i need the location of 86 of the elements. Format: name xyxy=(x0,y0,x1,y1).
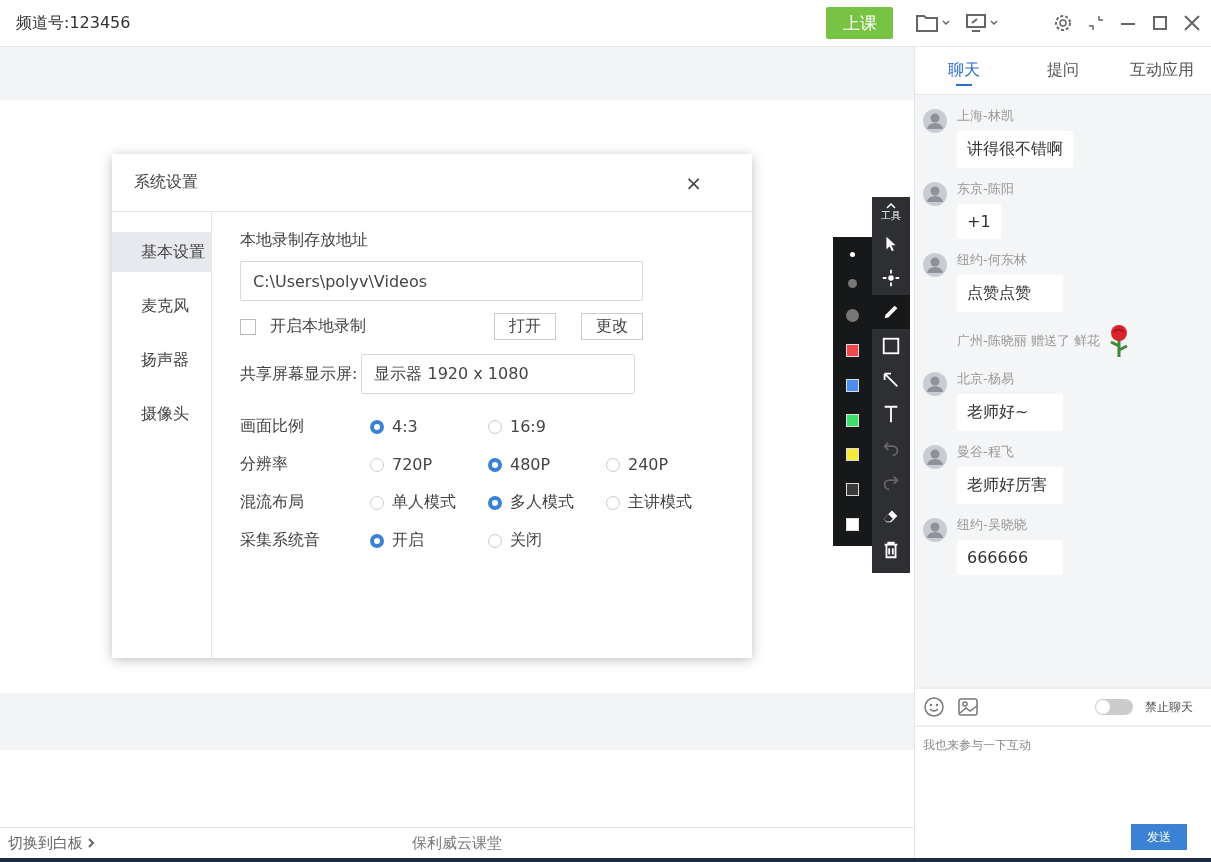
sender-name: 纽约-何东林 xyxy=(957,251,1028,269)
pen-size-dot[interactable] xyxy=(848,278,857,288)
avatar-icon xyxy=(923,182,947,206)
toggle-label: 禁止聊天 xyxy=(1145,698,1193,716)
radio-label: 16:9 xyxy=(510,417,546,436)
settings-nav-item[interactable]: 麦克风 xyxy=(112,286,211,326)
avatar-icon xyxy=(923,518,947,542)
caret-icon[interactable] xyxy=(989,19,999,27)
channel-title: 频道号:123456 xyxy=(16,12,132,34)
brand-name: 保利威云课堂 xyxy=(412,833,502,852)
tool-button[interactable] xyxy=(872,295,910,329)
option-label: 采集系统音 xyxy=(240,530,321,551)
sender-name: 东京-陈阳 xyxy=(957,180,1014,198)
dialog-title: 系统设置 xyxy=(134,172,198,193)
field-label: 共享屏幕显示屏: xyxy=(240,363,358,385)
color-swatch[interactable] xyxy=(846,518,859,531)
rectangle-icon xyxy=(881,336,901,356)
avatar-icon xyxy=(923,253,947,277)
folder-icon[interactable] xyxy=(915,13,939,33)
chat-tab[interactable]: 提问 xyxy=(1013,47,1113,94)
message-bubble: 点赞点赞 xyxy=(957,275,1063,312)
pen-size-dot[interactable] xyxy=(846,309,859,323)
dialog-button[interactable]: 打开 xyxy=(494,313,556,340)
avatar-icon xyxy=(923,445,947,469)
color-swatch[interactable] xyxy=(846,344,859,358)
settings-nav-item[interactable]: 摄像头 xyxy=(112,394,211,434)
chevron-icon xyxy=(87,837,95,849)
checkbox[interactable] xyxy=(240,318,256,335)
color-swatch[interactable] xyxy=(846,413,859,427)
pen-size-dot[interactable] xyxy=(850,251,855,257)
radio-button[interactable] xyxy=(370,419,384,434)
switch-whiteboard-link[interactable]: 切换到白板 xyxy=(8,833,95,853)
image-icon[interactable] xyxy=(957,696,979,718)
radio-label: 多人模式 xyxy=(510,492,574,513)
option-label: 画面比例 xyxy=(240,416,305,437)
send-button[interactable]: 发送 xyxy=(1131,824,1187,850)
radio-label: 240P xyxy=(628,455,669,474)
radio-button[interactable] xyxy=(488,495,502,510)
checkbox-label: 开启本地录制 xyxy=(270,316,367,337)
radio-label: 4:3 xyxy=(392,417,418,436)
sender-name: 纽约-吴晓晓 xyxy=(957,516,1028,534)
tools-toggle[interactable]: 工具 xyxy=(881,197,901,227)
settings-icon[interactable] xyxy=(1053,13,1073,33)
toggle-switch[interactable] xyxy=(1095,699,1133,715)
option-label: 混流布局 xyxy=(240,492,305,513)
message-bubble: 666666 xyxy=(957,540,1063,575)
radio-label: 单人模式 xyxy=(392,492,456,513)
emoji-icon[interactable] xyxy=(923,696,945,718)
chat-tab[interactable]: 互动应用 xyxy=(1112,47,1211,94)
avatar-icon xyxy=(923,372,947,396)
avatar-icon xyxy=(923,109,947,133)
color-swatch[interactable] xyxy=(846,483,859,497)
radio-label: 开启 xyxy=(392,530,424,551)
close-icon[interactable] xyxy=(1183,14,1201,32)
close-button[interactable]: × xyxy=(685,170,702,195)
shrink-icon[interactable] xyxy=(1087,14,1105,32)
field-label: 本地录制存放地址 xyxy=(240,230,369,251)
display-field[interactable]: 显示器 1920 x 1080 xyxy=(361,354,636,394)
gift-notice: 广州-陈晓丽 赠送了 鲜花 xyxy=(957,332,1100,350)
caret-icon[interactable] xyxy=(941,19,951,27)
radio-label: 480P xyxy=(510,455,551,474)
radio-label: 关闭 xyxy=(510,530,542,551)
option-label: 分辨率 xyxy=(240,454,289,475)
message-bubble: +1 xyxy=(957,204,1001,239)
message-bubble: 老师好厉害 xyxy=(957,467,1063,504)
color-swatch[interactable] xyxy=(846,378,859,392)
crosshair-icon xyxy=(881,268,901,288)
caret-icon xyxy=(886,203,896,209)
dialog-button[interactable]: 更改 xyxy=(581,313,643,340)
settings-nav-item[interactable]: 基本设置 xyxy=(112,232,211,272)
message-bubble: 讲得很不错啊 xyxy=(957,131,1073,168)
monitor-icon[interactable] xyxy=(965,13,987,33)
radio-label: 主讲模式 xyxy=(628,492,692,513)
radio-button[interactable] xyxy=(370,533,384,548)
message-bubble: 老师好~ xyxy=(957,394,1063,431)
sender-name: 上海-林凯 xyxy=(957,107,1015,125)
radio-label: 720P xyxy=(392,455,433,474)
chat-tab[interactable]: 聊天 xyxy=(915,47,1014,94)
settings-nav-item[interactable]: 扬声器 xyxy=(112,340,211,380)
sender-name: 曼谷-程飞 xyxy=(957,443,1015,461)
maximize-icon[interactable] xyxy=(1151,14,1169,32)
color-swatch[interactable] xyxy=(846,448,859,462)
arrow-icon xyxy=(881,370,901,390)
path-field[interactable]: C:\Users\polyv\Videos xyxy=(240,261,643,301)
radio-button[interactable] xyxy=(488,457,502,472)
sender-name: 北京-杨易 xyxy=(957,370,1015,388)
